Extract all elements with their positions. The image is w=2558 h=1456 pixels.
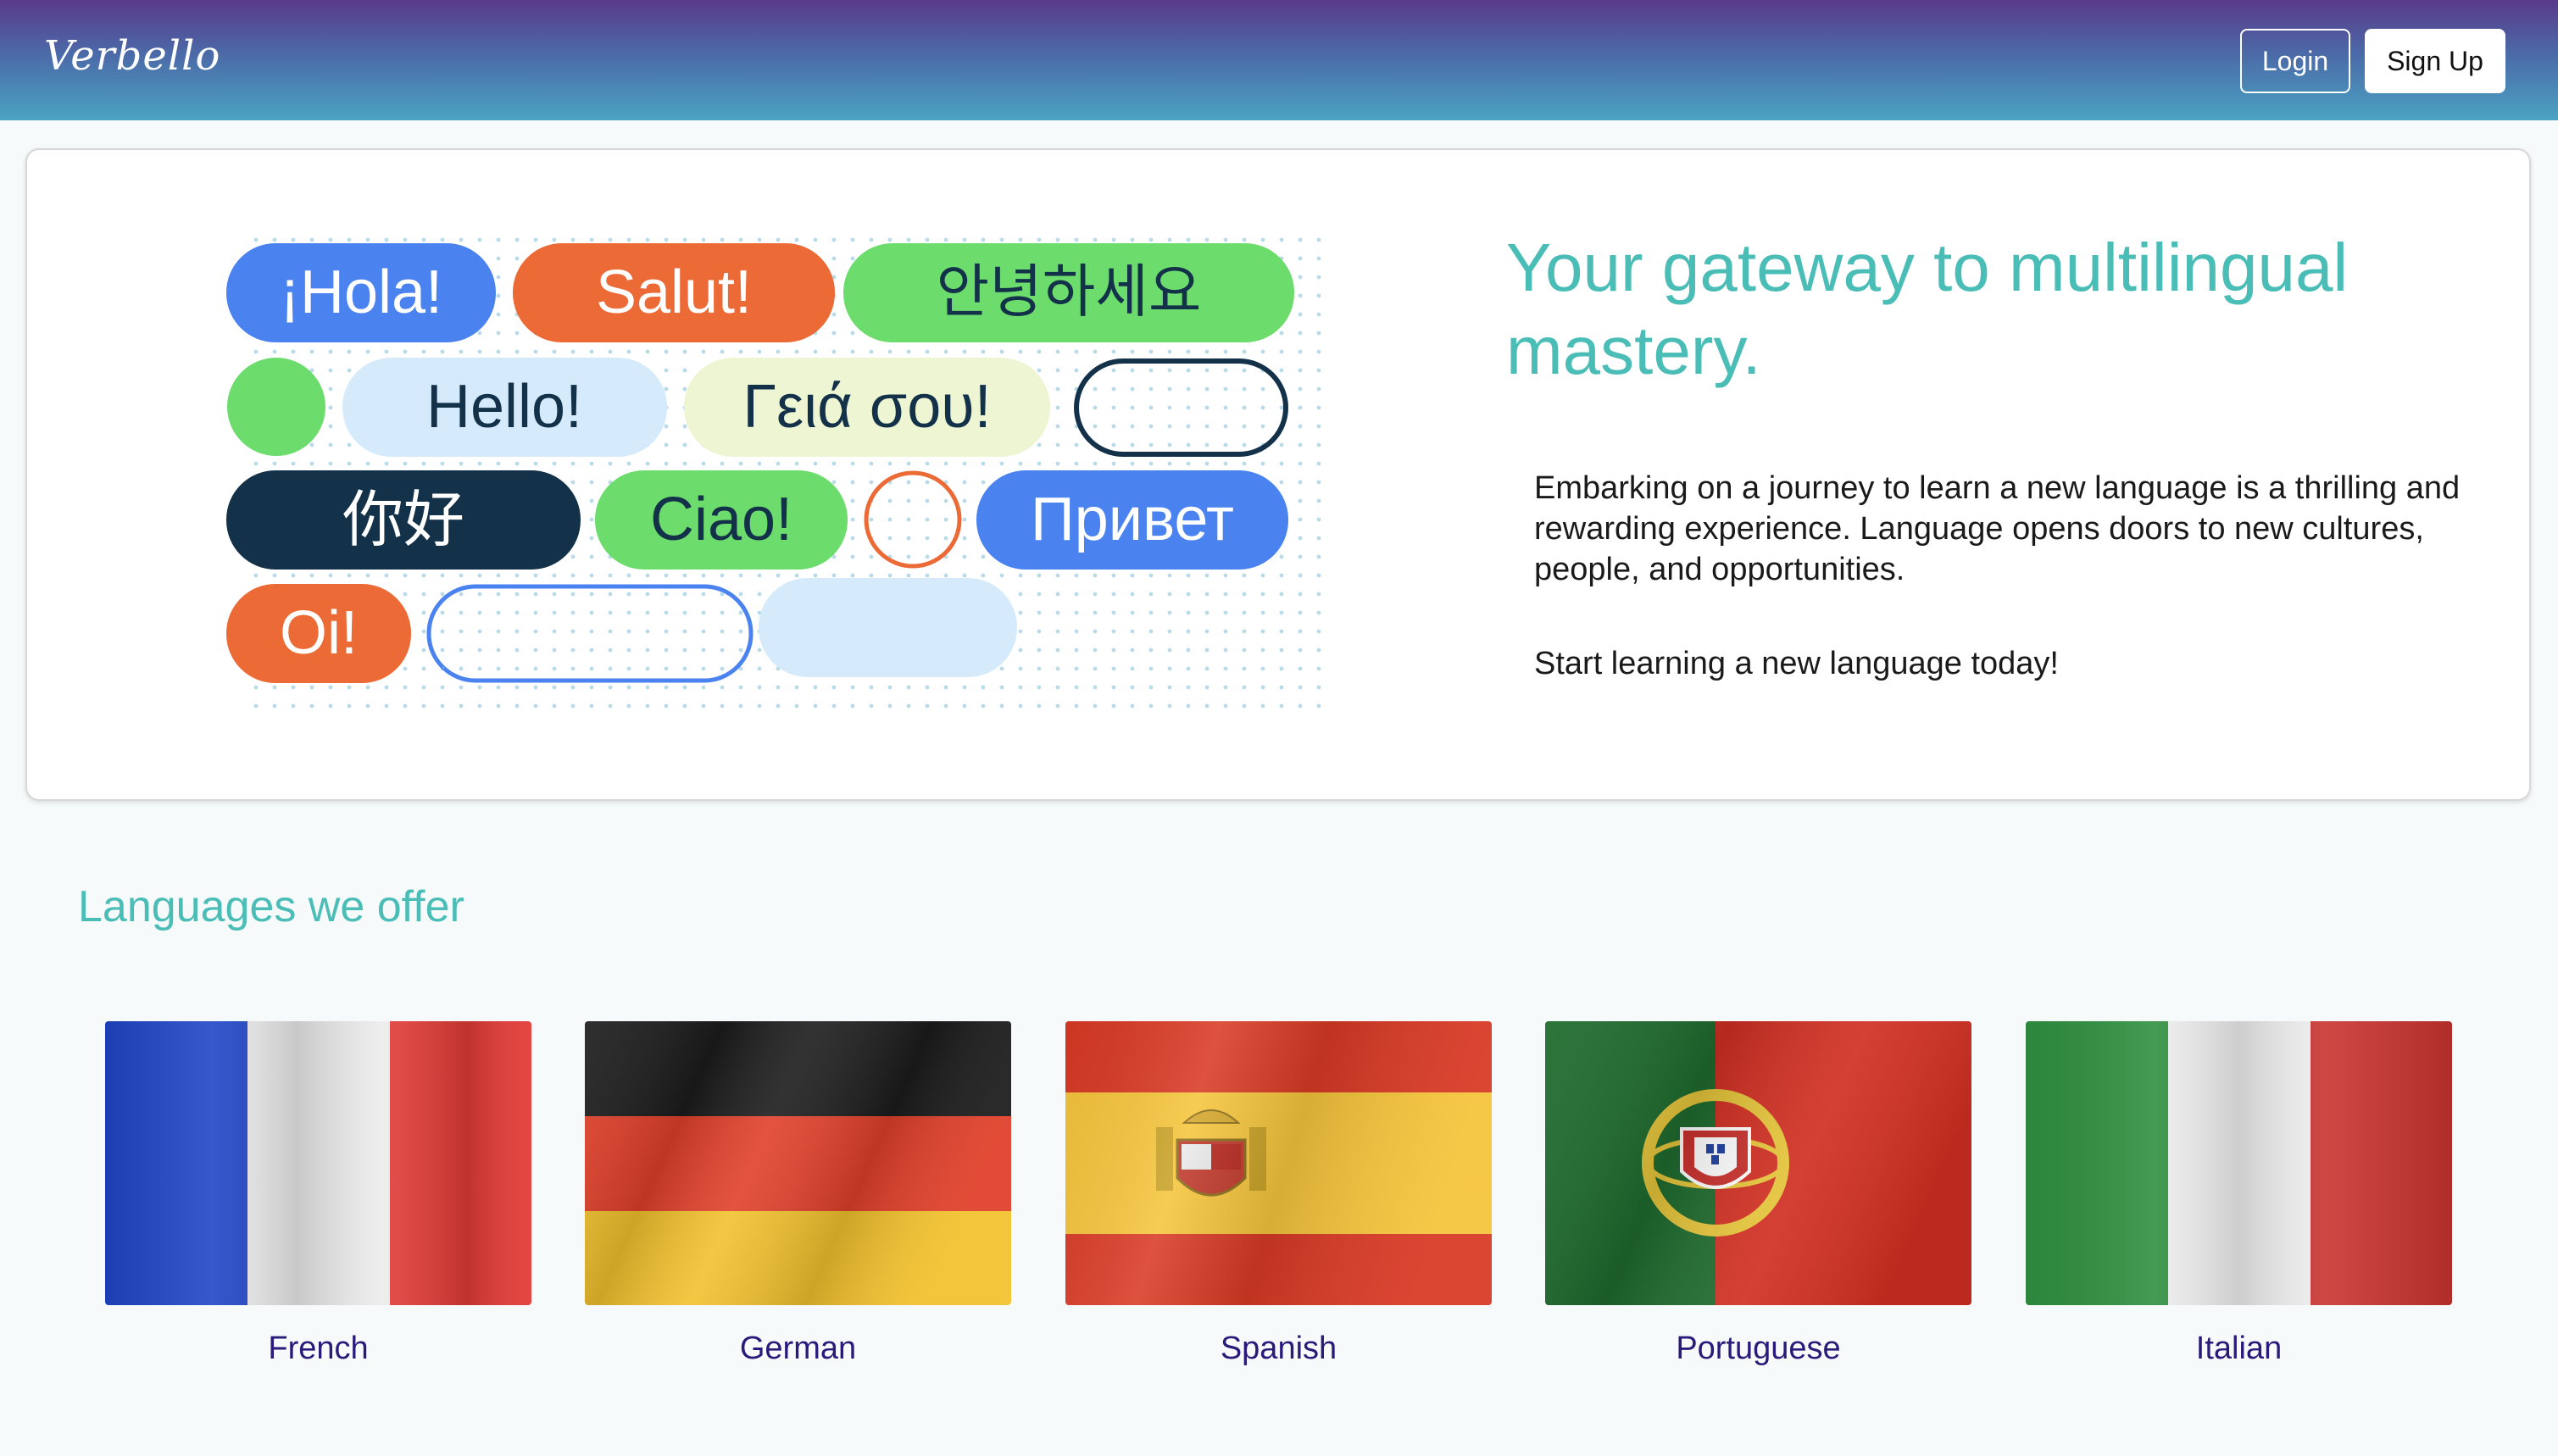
dots-inside-pill bbox=[429, 586, 751, 681]
greeting-chinese: 你好 bbox=[342, 484, 464, 555]
login-button[interactable]: Login bbox=[2240, 29, 2350, 93]
languages-section-title: Languages we offer bbox=[78, 882, 464, 931]
language-name[interactable]: Spanish bbox=[1065, 1331, 1492, 1367]
hero-title: Your gateway to multilingual mastery. bbox=[1506, 230, 2349, 388]
hero-card: ¡Hola! Salut! 안녕하세요 Hello! Γειά σου! 你好 … bbox=[25, 148, 2531, 801]
language-name[interactable]: French bbox=[105, 1331, 531, 1367]
top-nav-bar: Verbello Login Sign Up bbox=[0, 0, 2558, 120]
light-blue-pill-shape bbox=[759, 578, 1017, 677]
language-name[interactable]: German bbox=[585, 1331, 1011, 1367]
language-name[interactable]: Italian bbox=[2026, 1331, 2452, 1367]
greeting-korean: 안녕하세요 bbox=[937, 259, 1202, 326]
greetings-illustration: ¡Hola! Salut! 안녕하세요 Hello! Γειά σου! 你好 … bbox=[226, 226, 1324, 718]
germany-flag[interactable] bbox=[585, 1021, 1011, 1305]
hero-description: Embarking on a journey to learn a new la… bbox=[1534, 470, 2461, 587]
language-name[interactable]: Portuguese bbox=[1545, 1331, 1971, 1367]
greeting-greek: Γειά σου! bbox=[742, 373, 991, 441]
language-card-french[interactable]: French bbox=[105, 1021, 531, 1367]
language-card-german[interactable]: German bbox=[585, 1021, 1011, 1367]
language-card-italian[interactable]: Italian bbox=[2026, 1021, 2452, 1367]
greeting-english: Hello! bbox=[426, 373, 582, 441]
logo[interactable]: Verbello bbox=[44, 32, 220, 80]
hero-cta-text: Start learning a new language today! bbox=[1534, 646, 2059, 681]
language-card-portuguese[interactable]: Portuguese bbox=[1545, 1021, 1971, 1367]
signup-button[interactable]: Sign Up bbox=[2365, 29, 2505, 93]
greeting-french: Salut! bbox=[596, 258, 752, 326]
portugal-flag[interactable] bbox=[1545, 1021, 1971, 1305]
spain-flag[interactable] bbox=[1065, 1021, 1492, 1305]
greeting-spanish: ¡Hola! bbox=[280, 258, 442, 326]
greeting-italian: Ciao! bbox=[650, 486, 792, 553]
greeting-russian: Привет bbox=[1031, 486, 1234, 553]
green-dot-shape bbox=[227, 358, 325, 456]
greeting-portuguese: Oi! bbox=[280, 599, 358, 667]
language-card-spanish[interactable]: Spanish bbox=[1065, 1021, 1492, 1367]
france-flag[interactable] bbox=[105, 1021, 531, 1305]
italy-flag[interactable] bbox=[2026, 1021, 2452, 1305]
